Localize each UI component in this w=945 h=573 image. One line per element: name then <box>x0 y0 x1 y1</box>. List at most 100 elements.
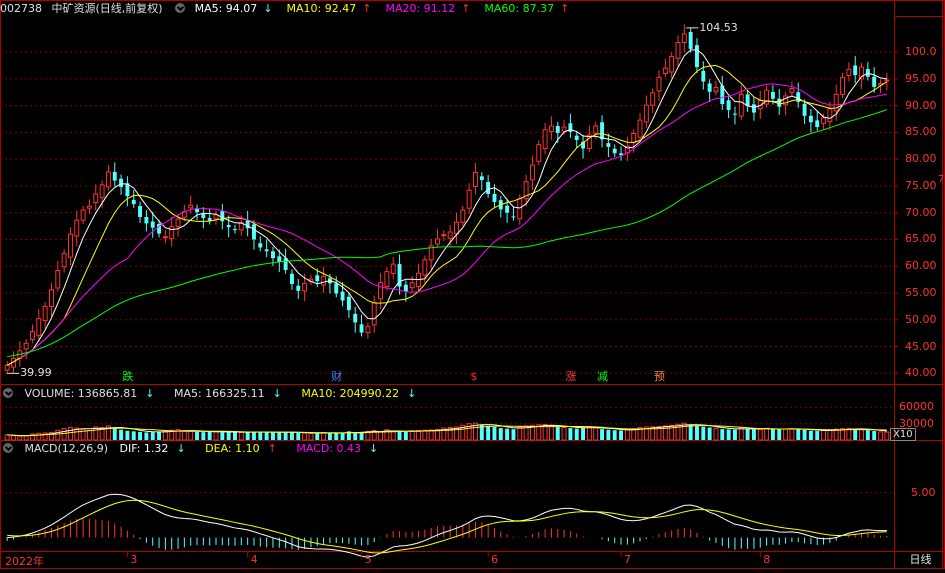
settings-icon[interactable] <box>3 388 13 398</box>
macd-axis-label: 5.00 <box>911 485 936 499</box>
volume-bar-up <box>586 426 592 441</box>
volume-bar-up <box>757 428 763 441</box>
candle-body-up <box>435 238 440 245</box>
volume-bar-up <box>4 434 10 441</box>
chart-canvas[interactable] <box>0 0 945 569</box>
volume-bar-up <box>36 432 42 441</box>
volume-bar-down <box>707 427 712 440</box>
candle-body-down <box>600 122 605 140</box>
candle-body-up <box>662 67 668 75</box>
volume-bar-up <box>17 435 23 441</box>
candle-body-up <box>536 144 542 162</box>
candle-body-up <box>378 282 384 300</box>
candle-body-down <box>492 193 497 202</box>
candle-body-up <box>409 282 415 289</box>
candle-body-up <box>460 209 466 223</box>
candle-body-up <box>548 125 554 133</box>
price-axis-label: 65.00 <box>905 232 937 246</box>
candle-body-up <box>473 172 478 187</box>
price-axis-label: 85.00 <box>905 125 937 139</box>
candle-body-up <box>384 271 390 288</box>
volume-bar-down <box>258 431 263 440</box>
candle-body-up <box>67 233 73 258</box>
volume-bar-up <box>827 429 833 441</box>
volume-bar-up <box>162 430 168 441</box>
candle-body-up <box>302 282 308 292</box>
stock-name: 中矿资源(日线,前复权) <box>51 2 163 15</box>
volume-axis-label: 60000 <box>899 400 934 414</box>
candle-body-up <box>542 129 548 149</box>
event-tag: 涨 <box>565 370 577 383</box>
volume-bar-up <box>416 430 421 441</box>
volume-bar-up <box>213 431 219 441</box>
volume-bar-down <box>486 425 491 440</box>
candle-body-down <box>207 218 212 221</box>
arrow-down-icon: ↓ <box>369 442 379 455</box>
settings-icon[interactable] <box>175 3 186 13</box>
volume-bar-down <box>770 428 775 440</box>
ma20-line <box>19 83 887 359</box>
volume-bar-up <box>409 430 415 441</box>
event-tag: 跌 <box>122 370 134 383</box>
candle-body-up <box>321 275 327 286</box>
ma-legend-label: MA60: 87.37 <box>484 2 555 15</box>
volume-bar-up <box>738 427 744 441</box>
period-button[interactable]: 日线 <box>896 551 945 569</box>
candle-body-down <box>606 143 611 147</box>
volume-bar-up <box>308 432 314 441</box>
candle-body-up <box>561 126 567 132</box>
volume-bar-down <box>619 430 623 440</box>
dif-value: DIF: 1.32 <box>119 442 169 455</box>
candle-body-up <box>631 132 637 144</box>
date-axis-label: 8 <box>763 553 771 566</box>
candle-body-down <box>201 214 206 219</box>
volume-bar-up <box>302 432 308 441</box>
volume-bar-up <box>67 427 73 441</box>
volume-bar-down <box>555 426 560 440</box>
settings-icon[interactable] <box>3 443 13 453</box>
volume-bar-up <box>624 429 630 441</box>
candle-body-down <box>701 70 706 82</box>
volume-bar-up <box>878 431 883 441</box>
candle-body-down <box>815 120 820 128</box>
candles <box>4 24 890 374</box>
volume-bar-down <box>119 429 124 440</box>
candle-body-down <box>346 296 351 311</box>
volume-bar-up <box>321 432 327 441</box>
candle-body-up <box>713 86 719 93</box>
arrow-down-icon: ↓ <box>145 387 155 400</box>
candle-body-up <box>675 41 681 59</box>
candle-body-down <box>359 324 364 333</box>
volume-bar-down <box>720 429 725 440</box>
candle-body-up <box>30 331 35 341</box>
price-axis-label: 55.00 <box>905 286 937 299</box>
volume-bar-down <box>315 432 320 440</box>
volume-bar-down <box>865 430 870 440</box>
candle-body-up <box>738 93 744 117</box>
candle-body-down <box>233 229 237 231</box>
candle-body-down <box>131 199 136 205</box>
candle-body-up <box>4 364 10 371</box>
volume-scale-button[interactable]: X10 <box>890 428 916 441</box>
candle-body-down <box>277 256 282 262</box>
volume-bar-down <box>201 432 206 440</box>
low-price-label: 39.99 <box>20 366 52 380</box>
candle-body-down <box>403 284 408 292</box>
volume-bar-down <box>220 432 225 440</box>
stock-kline-chart[interactable]: 002738 中矿资源(日线,前复权) MA5: 94.07 ↓ MA10: 92.… <box>0 0 945 569</box>
volume-bar-down <box>277 431 282 440</box>
arrow-down-icon: ↓ <box>407 387 417 400</box>
candle-body-up <box>49 289 54 307</box>
volume-bar-down <box>353 432 358 440</box>
candle-body-down <box>138 206 143 217</box>
edge-price-label: 76 <box>938 173 945 185</box>
volume-bar-up <box>681 422 687 441</box>
volume-bar-down <box>498 428 503 440</box>
candle-body-down <box>353 313 358 323</box>
candle-body-up <box>840 76 845 95</box>
ma-legend-item: MA20: 91.12 ↑ <box>385 2 476 15</box>
candle-body-up <box>441 234 447 237</box>
volume-bar-down <box>397 431 402 440</box>
event-tag: 减 <box>597 370 609 383</box>
candle-body-down <box>808 115 813 123</box>
